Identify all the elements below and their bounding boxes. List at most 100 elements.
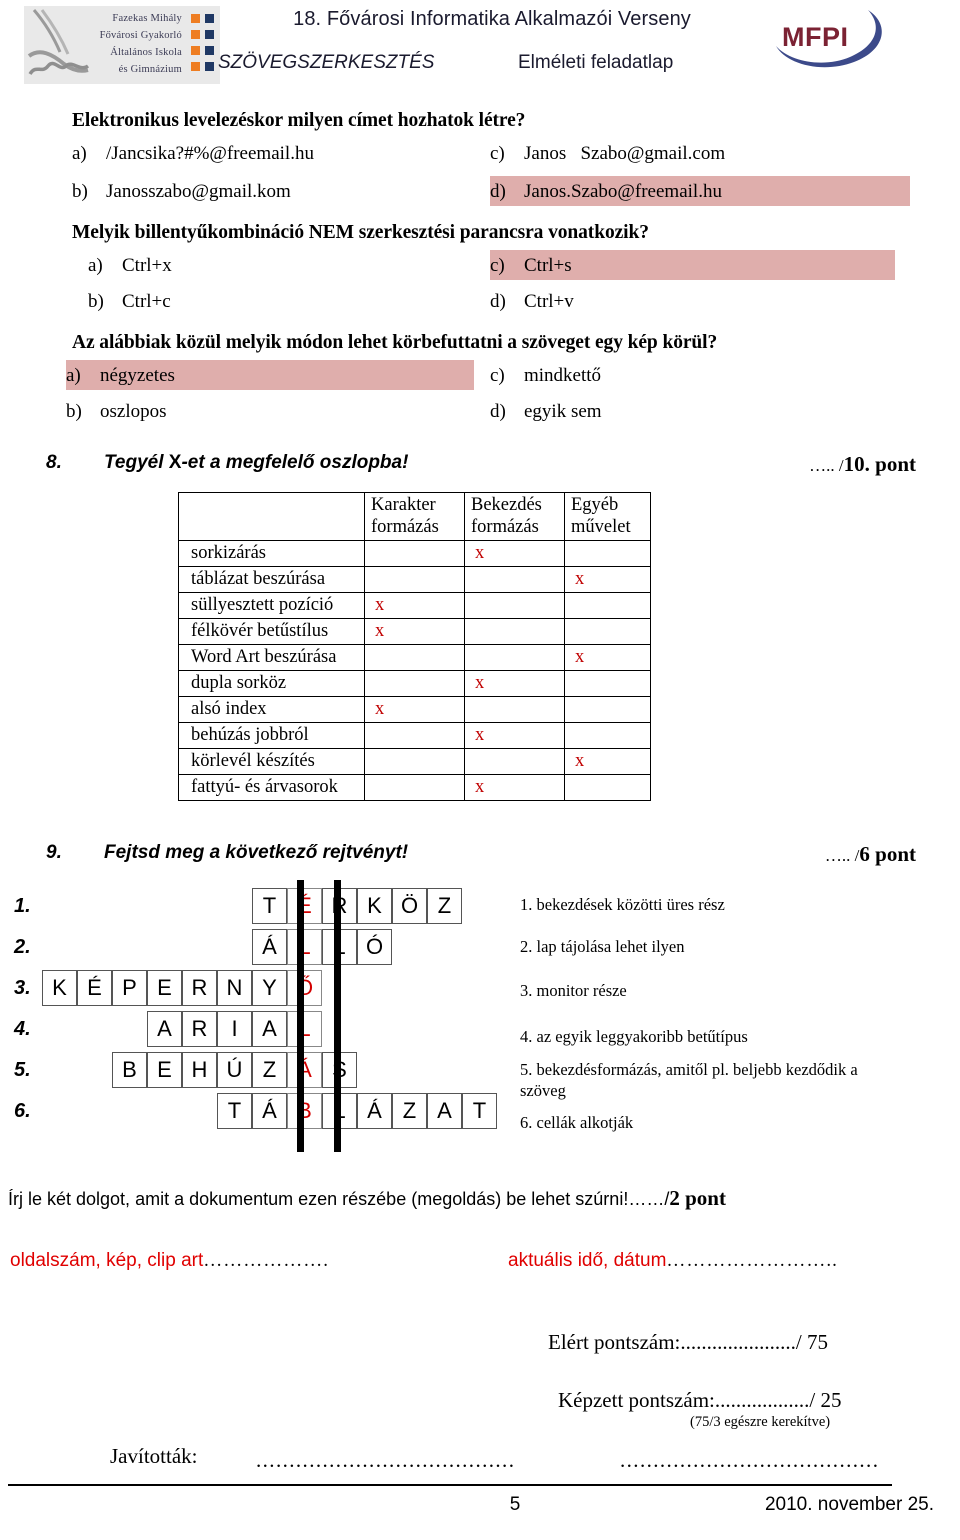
cell-bekezdes[interactable] [464,696,565,723]
option-3a[interactable]: a) négyzetes [66,360,474,390]
crossword-cell[interactable]: T [462,1093,497,1129]
option-3d-label: d) [490,400,506,422]
crossword-cell[interactable]: A [147,1011,182,1047]
option-2c[interactable]: c) Ctrl+s [490,250,895,280]
crossword-cell[interactable]: B [112,1052,147,1088]
option-3b[interactable]: b) oszlopos [66,396,474,426]
crossword-cell[interactable]: L [322,929,357,965]
cell-egyeb[interactable] [564,774,651,801]
cell-karakter[interactable] [364,670,465,697]
task-10-answer-right-text: aktuális idő, dátum [508,1250,667,1271]
table-row: süllyesztett pozíció x [178,592,651,619]
cell-karakter[interactable]: x [364,696,465,723]
crossword-cell[interactable]: Ú [217,1052,252,1088]
cell-bekezdes[interactable]: x [464,540,565,567]
crossword-cell[interactable]: I [217,1011,252,1047]
crossword-cell[interactable]: R [182,1011,217,1047]
cell-karakter[interactable]: x [364,592,465,619]
crossword-key-cell[interactable]: L [287,1011,322,1047]
cell-egyeb[interactable]: x [564,566,651,593]
cell-egyeb[interactable] [564,670,651,697]
cell-bekezdes[interactable] [464,644,565,671]
crossword-key-cell[interactable]: Á [287,1052,322,1088]
crossword-cell[interactable]: P [112,970,147,1006]
cell-bekezdes[interactable] [464,592,565,619]
task-8-instruction: Tegyél X-et a megfelelő oszlopba! [104,452,409,473]
crossword-cell[interactable]: R [322,888,357,924]
table-header-bekezdes: Bekezdés formázás [464,492,565,541]
option-1b[interactable]: b) Janosszabo@gmail.kom [72,176,462,206]
crossword-cell[interactable]: R [182,970,217,1006]
cell-egyeb[interactable]: x [564,644,651,671]
cell-karakter[interactable] [364,644,465,671]
crossword-cell[interactable]: Ó [357,929,392,965]
crossword-cell[interactable]: K [357,888,392,924]
cell-egyeb[interactable]: x [564,748,651,775]
crossword-cell[interactable]: Á [252,929,287,965]
cell-egyeb[interactable] [564,618,651,645]
option-1c-label: c) [490,142,505,164]
cell-egyeb[interactable] [564,722,651,749]
footer-divider [8,1484,892,1486]
cell-egyeb[interactable] [564,592,651,619]
crossword-key-cell[interactable]: L [287,929,322,965]
cell-bekezdes[interactable] [464,566,565,593]
cell-karakter[interactable] [364,748,465,775]
crossword-cell[interactable]: Ö [392,888,427,924]
cell-egyeb[interactable] [564,696,651,723]
cell-karakter[interactable] [364,566,465,593]
crossword-cell[interactable]: S [322,1052,357,1088]
crossword-cell[interactable]: E [147,970,182,1006]
task-9-points: ….. /6 pont [825,842,916,867]
option-3d[interactable]: d) egyik sem [490,396,890,426]
crossword-cell[interactable]: Á [252,1093,287,1129]
crossword-row-number-2: 2. [14,936,31,958]
crossword-cell[interactable]: H [182,1052,217,1088]
table-row: körlevél készítés x [178,748,651,775]
question-3-options: a) négyzetes b) oszlopos c) mindkettő d)… [0,360,960,438]
cell-karakter[interactable] [364,774,465,801]
task-10-answer-right-dots: …………………….. [666,1250,838,1271]
crossword-cell[interactable]: Z [427,888,462,924]
crossword-cell[interactable]: Z [392,1093,427,1129]
cell-bekezdes[interactable]: x [464,722,565,749]
option-2d[interactable]: d) Ctrl+v [490,286,895,316]
cell-bekezdes[interactable]: x [464,774,565,801]
row-label: körlevél készítés [178,748,365,775]
table-row: félkövér betűstílus x [178,618,651,645]
crossword-cell[interactable]: Z [252,1052,287,1088]
cell-karakter[interactable] [364,540,465,567]
crossword-cell[interactable]: Y [252,970,287,1006]
option-2a[interactable]: a) Ctrl+x [88,250,458,280]
cell-karakter[interactable] [364,722,465,749]
task-10-answer-left[interactable]: oldalszám, kép, clip art………………. [10,1250,329,1272]
crossword-row-number-6: 6. [14,1100,31,1122]
crossword-cell[interactable]: K [42,970,77,1006]
option-3c[interactable]: c) mindkettő [490,360,890,390]
crossword-cell[interactable]: T [217,1093,252,1129]
crossword-cell[interactable]: E [147,1052,182,1088]
corrected-by-line-1[interactable]: ....................................... [256,1448,515,1473]
corrected-by-line-2[interactable]: ....................................... [620,1448,879,1473]
task-10-answer-right[interactable]: aktuális idő, dátum…………………….. [508,1250,838,1272]
crossword-row-number-1: 1. [14,895,31,917]
cell-bekezdes[interactable]: x [464,670,565,697]
crossword-key-cell[interactable]: É [287,888,322,924]
cell-bekezdes[interactable] [464,748,565,775]
crossword-cell[interactable]: A [427,1093,462,1129]
crossword-cell[interactable]: N [217,970,252,1006]
crossword-cell[interactable]: L [322,1093,357,1129]
option-1a[interactable]: a) /Jancsika?#%@freemail.hu [72,138,462,168]
option-2b[interactable]: b) Ctrl+c [88,286,458,316]
cell-egyeb[interactable] [564,540,651,567]
cell-karakter[interactable]: x [364,618,465,645]
crossword-cell[interactable]: É [77,970,112,1006]
crossword-key-cell[interactable]: B [287,1093,322,1129]
option-1d[interactable]: d) Janos.Szabo@freemail.hu [490,176,910,206]
crossword-cell[interactable]: Á [357,1093,392,1129]
option-1c[interactable]: c) Janos Szabo@gmail.com [490,138,910,168]
crossword-cell[interactable]: T [252,888,287,924]
crossword-key-cell[interactable]: Ő [287,970,322,1006]
cell-bekezdes[interactable] [464,618,565,645]
crossword-cell[interactable]: A [252,1011,287,1047]
